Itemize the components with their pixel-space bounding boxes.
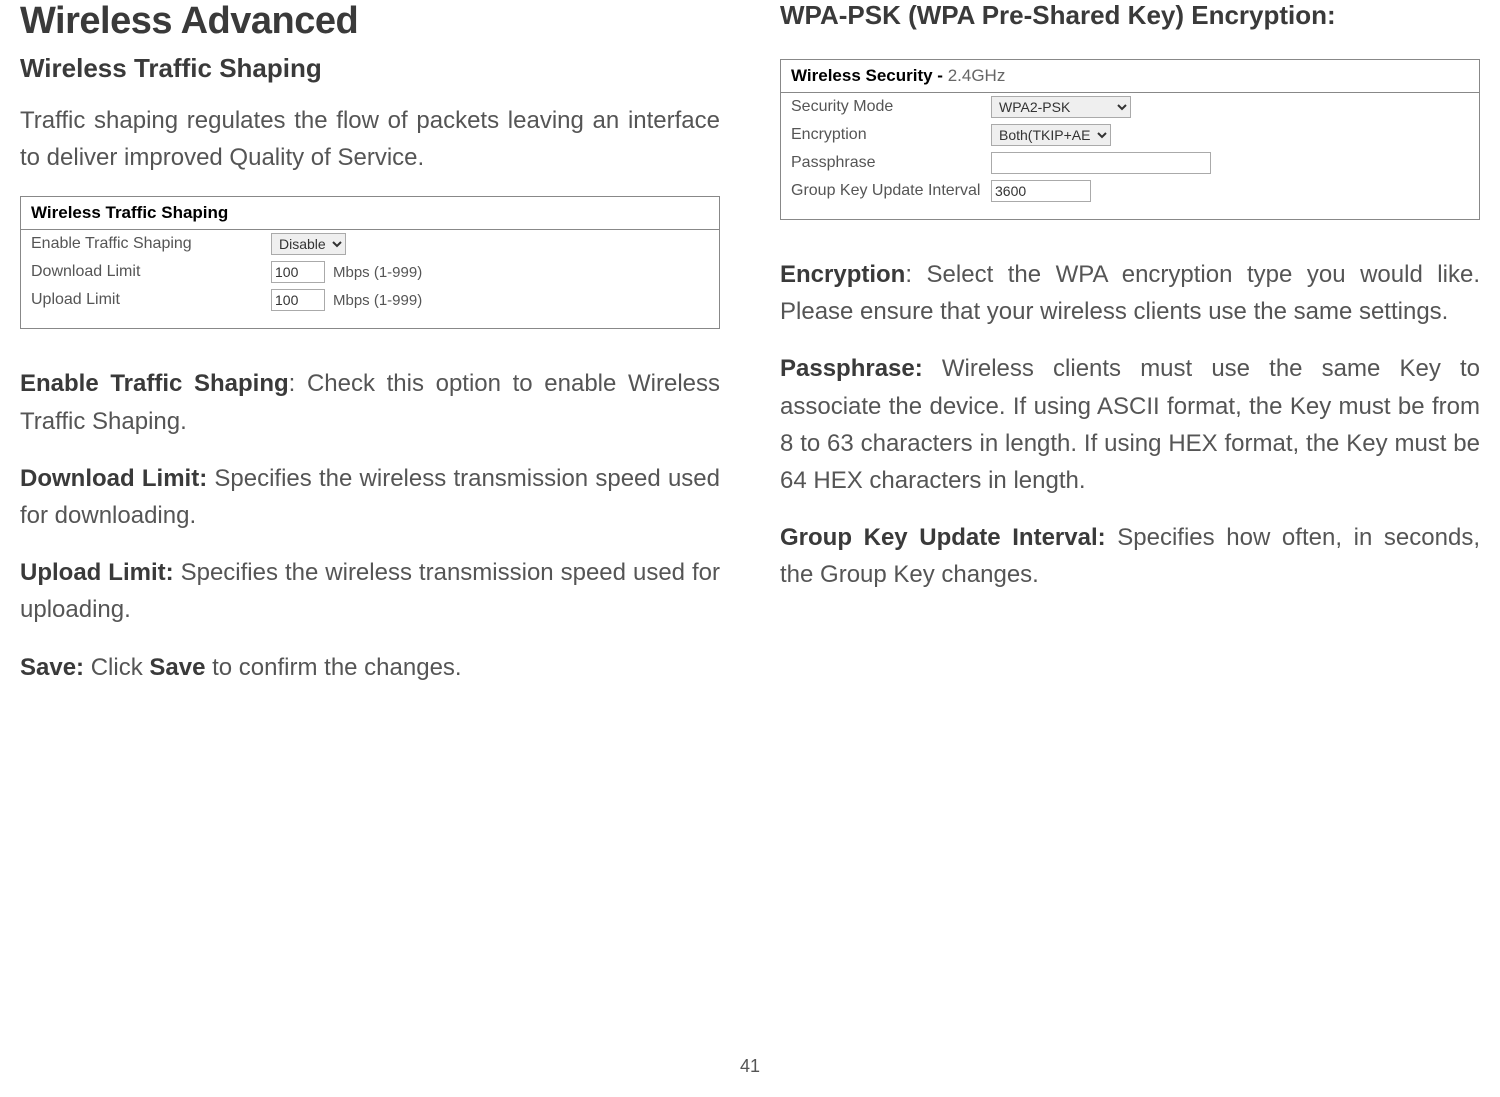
panel-title-sub: 2.4GHz xyxy=(948,66,1006,85)
select-encryption[interactable]: Both(TKIP+AES) xyxy=(991,124,1111,146)
desc-enable: Enable Traffic Shaping: Check this optio… xyxy=(20,365,720,439)
row-upload-limit: Upload Limit Mbps (1-999) xyxy=(21,286,719,314)
desc-download: Download Limit: Specifies the wireless t… xyxy=(20,460,720,534)
term-encryption: Encryption xyxy=(780,261,905,288)
panel-title: Wireless Traffic Shaping xyxy=(21,197,719,230)
wireless-security-panel: Wireless Security - 2.4GHz Security Mode… xyxy=(780,59,1480,220)
page-number: 41 xyxy=(0,1056,1500,1077)
heading-wireless-traffic-shaping: Wireless Traffic Shaping xyxy=(20,53,720,84)
input-passphrase[interactable] xyxy=(991,152,1211,174)
desc-encryption: Encryption: Select the WPA encryption ty… xyxy=(780,256,1480,330)
left-column: Wireless Advanced Wireless Traffic Shapi… xyxy=(20,0,720,706)
label-enable: Enable Traffic Shaping xyxy=(31,235,271,253)
right-column: WPA-PSK (WPA Pre-Shared Key) Encryption:… xyxy=(780,0,1480,706)
intro-paragraph: Traffic shaping regulates the flow of pa… xyxy=(20,102,720,176)
desc-gku: Group Key Update Interval: Specifies how… xyxy=(780,519,1480,593)
term-save: Save: xyxy=(20,654,84,681)
desc-upload: Upload Limit: Specifies the wireless tra… xyxy=(20,554,720,628)
label-security-mode: Security Mode xyxy=(791,98,991,116)
row-encryption: Encryption Both(TKIP+AES) xyxy=(781,121,1479,149)
panel-title-security: Wireless Security - 2.4GHz xyxy=(781,60,1479,93)
input-download-limit xyxy=(271,261,325,283)
term-enable: Enable Traffic Shaping xyxy=(20,370,289,397)
row-group-key-update: Group Key Update Interval xyxy=(781,177,1479,205)
hint-upload: Mbps (1-999) xyxy=(333,292,422,309)
hint-download: Mbps (1-999) xyxy=(333,264,422,281)
row-passphrase: Passphrase xyxy=(781,149,1479,177)
label-download: Download Limit xyxy=(31,263,271,281)
label-encryption: Encryption xyxy=(791,126,991,144)
input-group-key-update[interactable] xyxy=(991,180,1091,202)
term-save-2: Save xyxy=(149,654,205,681)
label-gku: Group Key Update Interval xyxy=(791,182,991,200)
term-download: Download Limit: xyxy=(20,465,207,492)
heading-wireless-advanced: Wireless Advanced xyxy=(20,0,720,43)
row-security-mode: Security Mode WPA2-PSK xyxy=(781,93,1479,121)
desc-save-mid: Click xyxy=(84,654,149,681)
select-enable-traffic-shaping[interactable]: Disable xyxy=(271,233,346,255)
desc-save: Save: Click Save to confirm the changes. xyxy=(20,649,720,686)
desc-passphrase: Passphrase: Wireless clients must use th… xyxy=(780,350,1480,499)
label-upload: Upload Limit xyxy=(31,291,271,309)
select-security-mode[interactable]: WPA2-PSK xyxy=(991,96,1131,118)
traffic-shaping-panel: Wireless Traffic Shaping Enable Traffic … xyxy=(20,196,720,329)
row-enable-traffic-shaping: Enable Traffic Shaping Disable xyxy=(21,230,719,258)
term-passphrase: Passphrase: xyxy=(780,355,923,382)
term-gku: Group Key Update Interval: xyxy=(780,524,1106,551)
panel-title-text: Wireless Security - xyxy=(791,66,948,85)
input-upload-limit xyxy=(271,289,325,311)
row-download-limit: Download Limit Mbps (1-999) xyxy=(21,258,719,286)
term-upload: Upload Limit: xyxy=(20,559,174,586)
desc-save-end: to confirm the changes. xyxy=(205,654,461,681)
label-passphrase: Passphrase xyxy=(791,154,991,172)
heading-wpa-psk: WPA-PSK (WPA Pre-Shared Key) Encryption: xyxy=(780,0,1480,31)
